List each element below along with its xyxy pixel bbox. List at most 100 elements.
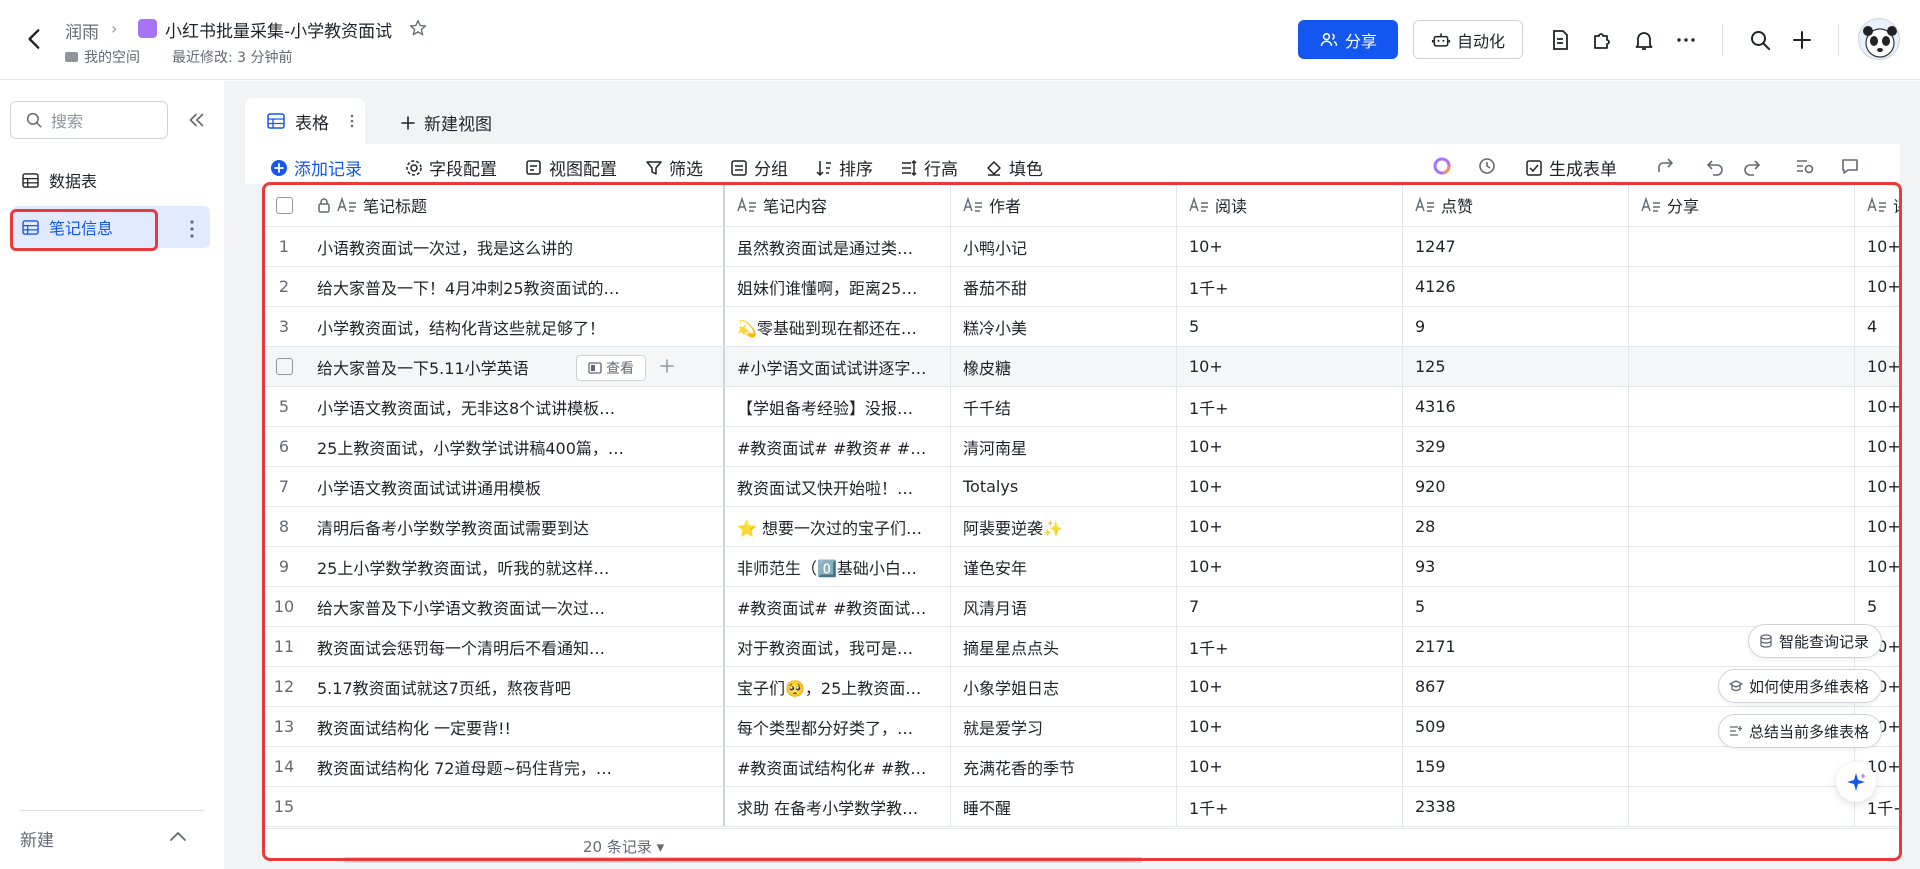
table-row[interactable]: 3 小学教资面试，结构化背这些就足够了！ 💫零基础到现在都还在… 糕冷小美 5 9 4 [263, 307, 1900, 347]
cell-read[interactable]: 1千+ [1177, 267, 1403, 306]
table-row[interactable]: 1 小语教资面试一次过，我是这么讲的 虽然教资面试是通过类… 小鸭小记 10+ 1247 1… [263, 227, 1900, 267]
cell-like[interactable]: 867 [1403, 667, 1629, 706]
avatar[interactable] [1858, 18, 1900, 60]
row-index[interactable]: 1 [263, 227, 305, 266]
cell-author[interactable]: Totalys [951, 467, 1177, 506]
cell-read[interactable]: 10+ [1177, 707, 1403, 746]
cell-comment[interactable]: 10+ [1855, 267, 1900, 306]
cell-author[interactable]: 千千结 [951, 387, 1177, 426]
new-button[interactable]: 新建 [20, 826, 54, 851]
cell-title[interactable] [305, 787, 725, 826]
cell-author[interactable]: 清河南星 [951, 427, 1177, 466]
field-config-button[interactable]: 字段配置 [405, 155, 497, 180]
row-height-button[interactable]: 行高 [900, 155, 958, 180]
cell-title[interactable]: 教资面试会惩罚每一个清明后不看通知… [305, 627, 725, 666]
cell-title[interactable]: 25上小学数学教资面试，听我的就这样… [305, 547, 725, 586]
cell-comment[interactable]: 10+ [1855, 507, 1900, 546]
select-all-cell[interactable] [263, 184, 305, 226]
cell-author[interactable]: 摘星星点点头 [951, 627, 1177, 666]
table-row[interactable]: 给大家普及一下5.11小学英语 #小学语文面试试讲逐字… 橡皮糖 10+ 125 10+ 查… [263, 347, 1900, 387]
cell-read[interactable]: 10+ [1177, 427, 1403, 466]
plus-icon[interactable] [1790, 28, 1814, 52]
cell-author[interactable]: 睡不醒 [951, 787, 1177, 826]
cell-like[interactable]: 920 [1403, 467, 1629, 506]
cell-like[interactable]: 5 [1403, 587, 1629, 626]
table-row[interactable]: 11 教资面试会惩罚每一个清明后不看通知… 对于教资面试，我可是… 摘星星点点头 1千+… [263, 627, 1900, 667]
cell-content[interactable]: 每个类型都分好类了，… [725, 707, 951, 746]
cell-share[interactable] [1629, 267, 1855, 306]
collapse-sidebar-icon[interactable] [185, 109, 207, 131]
column-header-like[interactable]: 点赞 [1403, 184, 1629, 226]
doc-title[interactable]: 小红书批量采集-小学教资面试 [165, 17, 392, 42]
cell-content[interactable]: #小学语文面试试讲逐字… [725, 347, 951, 386]
table-row[interactable]: 12 5.17教资面试就这7页纸，熬夜背吧 宝子们🥺，25上教资面… 小象学姐日志 10… [263, 667, 1900, 707]
cell-author[interactable]: 就是爱学习 [951, 707, 1177, 746]
cell-share[interactable] [1629, 467, 1855, 506]
more-vertical-icon[interactable] [188, 218, 196, 240]
ai-summarize-button[interactable]: 总结当前多维表格 [1718, 714, 1883, 748]
cell-author[interactable]: 风清月语 [951, 587, 1177, 626]
tab-table[interactable]: 表格 [245, 98, 365, 144]
cell-like[interactable]: 509 [1403, 707, 1629, 746]
cell-title[interactable]: 教资面试结构化 72道母题~码住背完，… [305, 747, 725, 786]
column-header-comment[interactable]: 评论 [1855, 184, 1900, 226]
row-index[interactable]: 6 [263, 427, 305, 466]
column-header-content[interactable]: 笔记内容 [725, 184, 951, 226]
horizontal-scrollbar[interactable] [343, 857, 1143, 863]
cell-content[interactable]: 非师范生（0️⃣基础小白… [725, 547, 951, 586]
generate-form-button[interactable]: 生成表单 [1525, 155, 1617, 180]
select-all-checkbox[interactable] [275, 196, 293, 214]
undo-icon[interactable] [1705, 156, 1725, 176]
row-index[interactable]: 14 [263, 747, 305, 786]
cell-like[interactable]: 2338 [1403, 787, 1629, 826]
automation-button[interactable]: 自动化 [1413, 20, 1523, 59]
row-index[interactable]: 7 [263, 467, 305, 506]
cell-title[interactable]: 小学语文教资面试试讲通用模板 [305, 467, 725, 506]
cell-author[interactable]: 谨色安年 [951, 547, 1177, 586]
cell-read[interactable]: 5 [1177, 307, 1403, 346]
cell-comment[interactable]: 4 [1855, 307, 1900, 346]
cell-share[interactable] [1629, 227, 1855, 266]
row-index[interactable]: 13 [263, 707, 305, 746]
cell-read[interactable]: 10+ [1177, 467, 1403, 506]
more-horizontal-icon[interactable] [1674, 28, 1698, 52]
table-row[interactable]: 14 教资面试结构化 72道母题~码住背完，… #教资面试结构化# #教… 充满花香的… [263, 747, 1900, 787]
cell-content[interactable]: #教资面试# #教资# #… [725, 427, 951, 466]
cell-author[interactable]: 阿裴要逆袭✨ [951, 507, 1177, 546]
add-record-button[interactable]: 添加记录 [270, 155, 362, 180]
table-row[interactable]: 9 25上小学数学教资面试，听我的就这样… 非师范生（0️⃣基础小白… 谨色安年 10+… [263, 547, 1900, 587]
cell-author[interactable]: 番茄不甜 [951, 267, 1177, 306]
cell-comment[interactable]: 10+ [1855, 387, 1900, 426]
cell-read[interactable]: 10+ [1177, 507, 1403, 546]
cell-share[interactable] [1629, 787, 1855, 826]
cell-read[interactable]: 1千+ [1177, 387, 1403, 426]
cell-comment[interactable]: 5 [1855, 587, 1900, 626]
cell-content[interactable]: 姐妹们谁懂啊，距离25… [725, 267, 951, 306]
cell-like[interactable]: 159 [1403, 747, 1629, 786]
cell-like[interactable]: 9 [1403, 307, 1629, 346]
column-header-title[interactable]: 笔记标题 [305, 184, 725, 226]
cell-read[interactable]: 10+ [1177, 227, 1403, 266]
cell-title[interactable]: 教资面试结构化 一定要背!! [305, 707, 725, 746]
cell-title[interactable]: 给大家普及一下！4月冲刺25教资面试的… [305, 267, 725, 306]
history-icon[interactable] [1477, 156, 1497, 176]
cell-read[interactable]: 10+ [1177, 747, 1403, 786]
cell-read[interactable]: 10+ [1177, 667, 1403, 706]
cell-author[interactable]: 糕冷小美 [951, 307, 1177, 346]
cell-title[interactable]: 给大家普及下小学语文教资面试一次过… [305, 587, 725, 626]
search-input[interactable]: 搜索 [10, 101, 168, 139]
cell-content[interactable]: #教资面试结构化# #教… [725, 747, 951, 786]
table-row[interactable]: 2 给大家普及一下！4月冲刺25教资面试的… 姐妹们谁懂啊，距离25… 番茄不甜 1千+… [263, 267, 1900, 307]
cell-share[interactable] [1629, 547, 1855, 586]
ai-assistant-button[interactable] [1836, 762, 1876, 802]
cell-comment[interactable]: 10+ [1855, 347, 1900, 386]
row-index[interactable]: 10 [263, 587, 305, 626]
cell-title[interactable]: 小语教资面试一次过，我是这么讲的 [305, 227, 725, 266]
table-row[interactable]: 5 小学语文教资面试，无非这8个试讲模板… 【学姐备考经验】没报… 千千结 1千+ 431… [263, 387, 1900, 427]
column-header-share[interactable]: 分享 [1629, 184, 1855, 226]
document-icon[interactable] [1548, 28, 1572, 52]
bell-icon[interactable] [1632, 28, 1656, 52]
breadcrumb-root[interactable]: 润雨 [65, 18, 99, 43]
cell-author[interactable]: 小鸭小记 [951, 227, 1177, 266]
table-row[interactable]: 7 小学语文教资面试试讲通用模板 教资面试又快开始啦！… Totalys 10+ 920 1… [263, 467, 1900, 507]
